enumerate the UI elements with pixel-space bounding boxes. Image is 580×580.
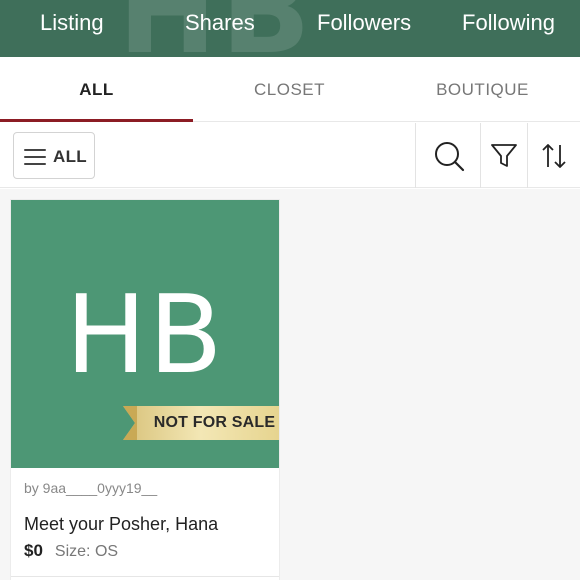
listing-toolbar: ALL: [0, 123, 580, 188]
listing-title[interactable]: Meet your Posher, Hana: [24, 514, 218, 535]
category-filter-button[interactable]: ALL: [13, 132, 95, 179]
stat-listing[interactable]: Listing: [40, 8, 104, 38]
tab-boutique[interactable]: BOUTIQUE: [386, 57, 579, 122]
not-for-sale-badge: NOT FOR SALE: [123, 406, 279, 440]
profile-stats-bar: HB Listing Shares Followers Following: [0, 0, 580, 57]
price-row: $0 Size: OS: [24, 540, 118, 562]
closet-tabs: ALL CLOSET BOUTIQUE: [0, 57, 580, 122]
search-button[interactable]: [416, 123, 480, 188]
stat-following[interactable]: Following: [462, 8, 555, 38]
category-filter-label: ALL: [53, 147, 87, 166]
sort-icon: [542, 144, 566, 168]
search-icon: [435, 142, 465, 172]
hamburger-icon: [24, 148, 46, 165]
listing-price: $0: [24, 541, 43, 560]
listing-image[interactable]: HB NOT FOR SALE: [11, 200, 279, 468]
not-for-sale-text: NOT FOR SALE: [153, 414, 276, 431]
stat-shares[interactable]: Shares: [185, 8, 255, 38]
tab-all[interactable]: ALL: [0, 57, 193, 122]
active-tab-indicator: [0, 119, 193, 122]
stat-followers[interactable]: Followers: [317, 8, 411, 38]
listing-size: Size: OS: [54, 543, 119, 560]
card-divider: [11, 576, 279, 577]
listing-card[interactable]: HB NOT FOR SALE by 9aa____0yyy19__ Meet …: [10, 199, 280, 580]
seller-username[interactable]: by 9aa____0yyy19__: [24, 480, 157, 496]
listings-grid: HB NOT FOR SALE by 9aa____0yyy19__ Meet …: [0, 189, 580, 580]
tab-closet[interactable]: CLOSET: [193, 57, 386, 122]
listing-image-logo: HB: [65, 273, 225, 398]
sort-button[interactable]: [528, 123, 580, 188]
filter-icon: [491, 144, 517, 167]
filter-button[interactable]: [481, 123, 527, 188]
